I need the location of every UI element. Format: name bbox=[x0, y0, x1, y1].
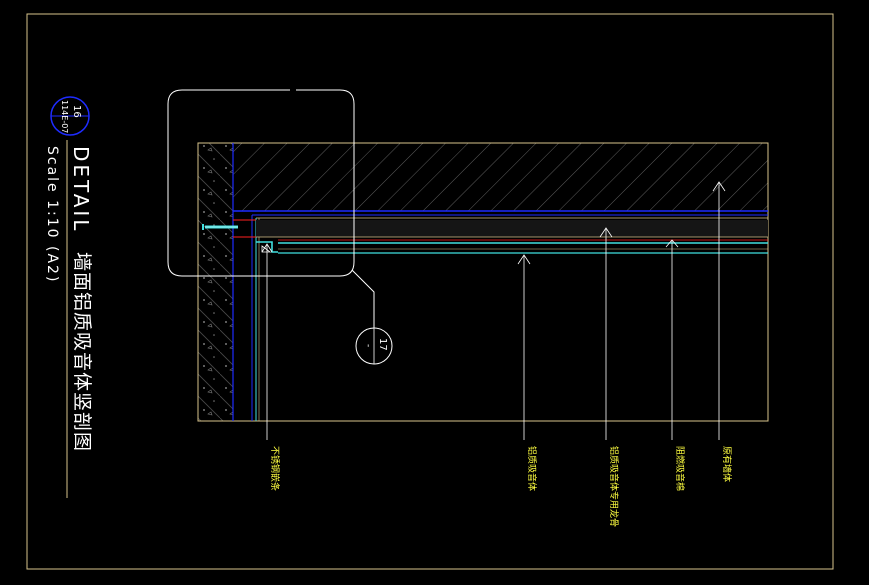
detail-name: 墙面铝质吸音体竖剖图 bbox=[71, 252, 93, 452]
wall-hatch bbox=[198, 143, 233, 421]
detail-number: 16 bbox=[71, 105, 82, 118]
callout-number: 17 bbox=[377, 338, 388, 351]
sheet-ref: 114E-07 bbox=[60, 100, 69, 133]
callout-leader bbox=[351, 269, 375, 328]
label-panel-keel: 铝质吸音体专用龙骨 bbox=[608, 446, 620, 527]
outer-frame bbox=[26, 13, 834, 570]
callout-sub: - bbox=[363, 344, 373, 347]
slab-hatch bbox=[233, 143, 768, 211]
section-drawing: 17 - bbox=[167, 89, 769, 440]
label-existing-wall: 原有墙体 bbox=[721, 446, 733, 482]
drawing-canvas: 16 114E-07 DETAIL Scale 1:10 (A2) 墙面铝质吸音… bbox=[26, 13, 834, 570]
detail-title: DETAIL bbox=[69, 146, 93, 233]
label-stainless-trim: 不锈钢嵌条 bbox=[269, 446, 281, 491]
title-block: 16 114E-07 DETAIL Scale 1:10 (A2) 墙面铝质吸音… bbox=[44, 96, 93, 498]
label-acoustic-wool: 阻燃吸音棉 bbox=[674, 446, 686, 491]
component-labels: 不锈钢嵌条 铝质吸音体 铝质吸音体专用龙骨 阻燃吸音棉 原有墙体 bbox=[269, 446, 733, 527]
detail-scale: Scale 1:10 (A2) bbox=[44, 146, 60, 283]
label-aluminum-panel: 铝质吸音体 bbox=[526, 446, 538, 491]
